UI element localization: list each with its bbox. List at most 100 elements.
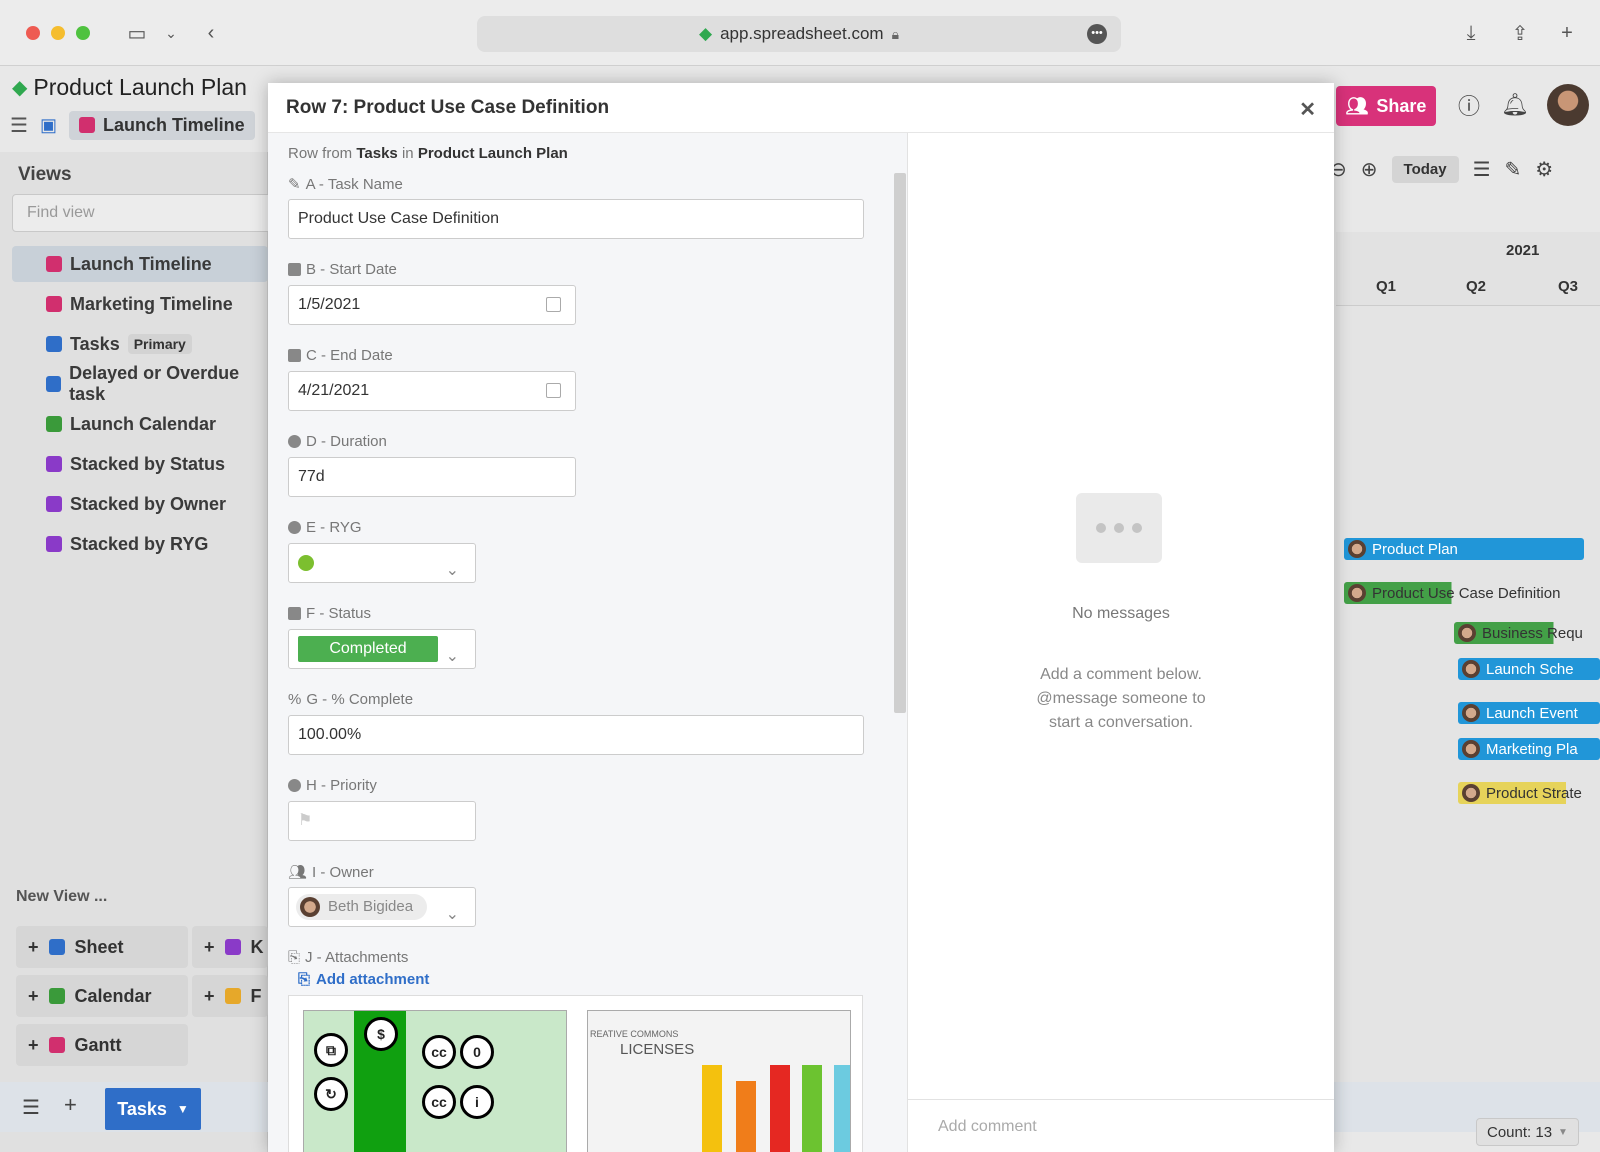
gantt-view-icon (46, 296, 62, 312)
new-calendar-button[interactable]: + Calendar (16, 975, 188, 1017)
share-button[interactable]: 👥︎ Share (1336, 86, 1436, 126)
teal-column (834, 1065, 850, 1152)
cc-icon: cc (422, 1085, 456, 1119)
attribution-icon: i (460, 1085, 494, 1119)
address-bar[interactable]: ◆ app.spreadsheet.com 🔒︎ ••• (477, 16, 1121, 52)
gantt-bar[interactable]: Product Strate (1458, 782, 1600, 804)
new-sheet-button[interactable]: + Sheet (16, 926, 188, 968)
sidebar-item-stacked-owner[interactable]: Stacked by Owner (12, 486, 268, 522)
sidebar-item-delayed[interactable]: Delayed or Overdue task (12, 363, 268, 404)
share-icon[interactable]: ⇪ (1505, 18, 1535, 48)
kanban-view-icon (224, 939, 241, 955)
priority-input[interactable]: ⚑ (288, 801, 476, 841)
help-icon[interactable]: ⓘ (1454, 90, 1484, 120)
status-badge: Completed (298, 636, 438, 662)
calendar-icon (288, 349, 301, 362)
add-comment-input[interactable]: Add comment (908, 1099, 1334, 1152)
gear-icon[interactable]: ⚙ (1535, 157, 1553, 182)
sidebar-item-stacked-status[interactable]: Stacked by Status (12, 446, 268, 482)
sidebar-toggle-icon[interactable]: ▭ (122, 18, 152, 48)
chevron-down-icon: ⌄ (445, 648, 459, 665)
zoom-window-button[interactable] (76, 26, 90, 40)
new-tab-icon[interactable]: + (1552, 18, 1582, 48)
sidebar-item-launch-timeline[interactable]: Launch Timeline (12, 246, 268, 282)
count-pill[interactable]: Count: 13 ▼ (1476, 1118, 1579, 1146)
field-label: 👥︎ I - Owner (288, 863, 374, 882)
back-icon[interactable]: ‹ (196, 18, 226, 48)
current-view-pill[interactable]: Launch Timeline (68, 110, 255, 140)
status-select[interactable]: Completed ⌄ (288, 629, 476, 669)
orange-column (736, 1081, 756, 1152)
sidebar-item-launch-calendar[interactable]: Launch Calendar (12, 406, 268, 442)
field-label: % G - % Complete (288, 691, 414, 708)
owner-select[interactable]: Beth Bigidea ⌄ (288, 887, 476, 927)
gantt-body: Product Plan Product Use Case Definition… (1336, 306, 1600, 1082)
avatar[interactable] (1547, 84, 1589, 126)
add-attachment-link[interactable]: ⎘ Add attachment (298, 971, 429, 988)
outline-icon[interactable]: ☰ (1473, 157, 1491, 182)
avatar (1462, 660, 1480, 678)
caret-down-icon: ▼ (176, 1102, 189, 1116)
panel-toggle-icon[interactable]: ▣ (40, 115, 57, 136)
ryg-select[interactable]: ⌄ (288, 543, 476, 583)
plus-icon: + (204, 985, 215, 1006)
attachment-thumbnail[interactable]: ⧉ $ ↻ cc 0 cc i (303, 1010, 567, 1152)
more-icon[interactable]: ••• (1087, 24, 1107, 44)
menu-icon[interactable]: ☰ (22, 1095, 40, 1120)
browser-toolbar: ▭ ⌄ ‹ ◆ app.spreadsheet.com 🔒︎ ••• ⤓ ⇪ + (0, 0, 1600, 66)
today-button[interactable]: Today (1391, 155, 1459, 183)
gantt-bar[interactable]: Product Plan (1344, 538, 1584, 560)
sidebar-item-marketing-timeline[interactable]: Marketing Timeline (12, 286, 268, 322)
download-icon[interactable]: ⤓ (1456, 18, 1486, 48)
end-date-input[interactable]: 4/21/2021 (288, 371, 576, 411)
attachment-thumbnail[interactable]: REATIVE COMMONS LICENSES (587, 1010, 851, 1152)
sidebar-item-tasks[interactable]: Tasks Primary (12, 326, 268, 362)
start-date-input[interactable]: 1/5/2021 (288, 285, 576, 325)
green-column (802, 1065, 822, 1152)
gantt-bar[interactable]: Marketing Pla (1458, 738, 1600, 760)
remix-icon: ↻ (314, 1077, 348, 1111)
gantt-view-icon (46, 256, 62, 272)
url-text: app.spreadsheet.com (720, 24, 884, 43)
minimize-window-button[interactable] (51, 26, 65, 40)
avatar (1348, 540, 1366, 558)
gantt-bar[interactable]: Launch Sche (1458, 658, 1600, 680)
field-label: B - Start Date (288, 261, 397, 278)
scrollbar[interactable] (894, 173, 906, 713)
zoom-in-icon[interactable]: ⊕ (1361, 157, 1378, 182)
license-title: REATIVE COMMONS (590, 1029, 679, 1039)
chevron-down-icon[interactable]: ⌄ (156, 18, 186, 48)
task-name-input[interactable]: Product Use Case Definition (288, 199, 864, 239)
percent-complete-input[interactable]: 100.00% (288, 715, 864, 755)
gantt-quarter: Q1 (1376, 278, 1397, 295)
field-label: D - Duration (288, 433, 387, 450)
lock-icon: 🔒︎ (891, 25, 900, 42)
calendar-icon[interactable] (546, 383, 561, 398)
gantt-year: 2021 (1506, 242, 1540, 259)
gantt-bar[interactable]: Product Use Case Definition (1344, 582, 1600, 604)
close-icon[interactable]: ✕ (1299, 97, 1316, 122)
menu-icon[interactable]: ☰ (10, 113, 28, 138)
duration-input[interactable]: 77d (288, 457, 576, 497)
add-sheet-icon[interactable]: + (64, 1092, 77, 1118)
sidebar-item-stacked-ryg[interactable]: Stacked by RYG (12, 526, 268, 562)
close-window-button[interactable] (26, 26, 40, 40)
modal-title: Row 7: Product Use Case Definition (286, 96, 610, 118)
gantt-bar[interactable]: Business Requ (1454, 622, 1600, 644)
ryg-dot (298, 555, 314, 571)
gantt-bar[interactable]: Launch Event (1458, 702, 1600, 724)
new-form-button[interactable]: + F (192, 975, 268, 1017)
app-title: ◆ Product Launch Plan (12, 74, 247, 100)
plus-icon: + (28, 1034, 39, 1055)
views-heading: Views (18, 164, 72, 185)
new-kanban-button[interactable]: + K (192, 926, 268, 968)
brush-icon[interactable]: ✎ (1505, 157, 1522, 182)
kanban-view-icon (46, 536, 62, 552)
calendar-icon[interactable] (546, 297, 561, 312)
zero-icon: 0 (460, 1035, 494, 1069)
tab-tasks[interactable]: Tasks ▼ (105, 1088, 201, 1130)
field-label: H - Priority (288, 777, 377, 794)
new-gantt-button[interactable]: + Gantt (16, 1024, 188, 1066)
bell-icon[interactable]: 🔔︎ (1500, 90, 1530, 120)
find-view-input[interactable]: Find view (12, 194, 274, 232)
